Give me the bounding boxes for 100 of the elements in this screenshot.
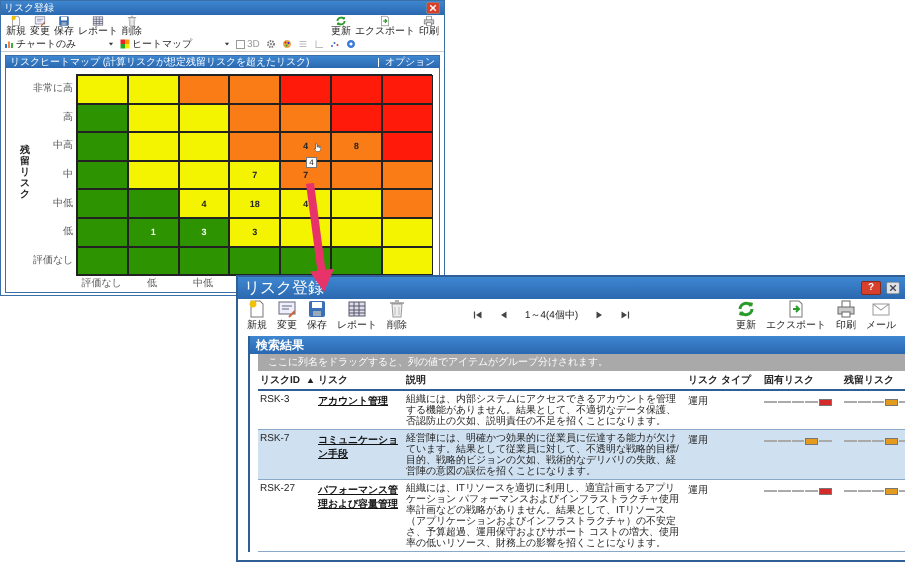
heatmap-cell[interactable]: 3	[178, 218, 230, 247]
heatmap-cell[interactable]	[128, 132, 179, 161]
trash-icon	[387, 299, 407, 319]
table-cell: 運用	[688, 435, 708, 446]
heatmap-cell[interactable]	[229, 75, 280, 104]
heatmap-cell[interactable]	[77, 75, 128, 104]
cell-count: 4	[303, 198, 308, 209]
risk-link[interactable]: コミュニケーション手段	[318, 433, 402, 461]
heatmap-cell[interactable]: 18	[229, 189, 280, 218]
toolbar-button[interactable]: 更新	[329, 15, 353, 37]
heatmap-cell[interactable]: 1	[128, 218, 179, 247]
palette-icon[interactable]	[282, 39, 292, 49]
toolbar-button[interactable]: 変更	[272, 299, 302, 331]
heatmap-cell[interactable]	[178, 132, 230, 161]
dropdown[interactable]: ヒートマップ	[120, 37, 230, 51]
close-icon[interactable]	[885, 281, 901, 295]
heatmap-cell[interactable]	[178, 246, 230, 276]
toolbar-button[interactable]: 削除	[120, 15, 144, 37]
form-icon	[277, 299, 297, 319]
toolbar-button[interactable]: 更新	[730, 299, 761, 331]
last-page-icon[interactable]	[620, 309, 630, 321]
column-header[interactable]: 説明	[406, 373, 426, 387]
column-header[interactable]: 固有リスク	[764, 373, 814, 387]
axis-label: 評価なし	[33, 254, 73, 267]
heatmap-cell[interactable]	[77, 132, 128, 161]
toolbar-button[interactable]: 印刷	[417, 15, 441, 37]
heatmap-cell[interactable]	[330, 160, 382, 190]
heatmap-cell[interactable]	[330, 218, 382, 247]
help-button[interactable]: ?	[861, 281, 881, 295]
heatmap-cell[interactable]	[77, 189, 128, 218]
table-row[interactable]: RSK-7 コミュニケーション手段 経営陣には、明確かつ効果的に従業員に伝達する能力が欠けています。結果として従業員に対して、不透明な戦略的目標/目的、戦略的ビジョンの欠如、戦術的なデリバリの失敗、経営陣の意図の誤伝を招くことになります。 運用	[258, 430, 905, 480]
group-by-area: ここに列名をドラッグすると、列の値でアイテムがグループ分けされます。	[258, 354, 905, 371]
risk-link[interactable]: パフォーマンス管理および容量管理	[318, 483, 402, 511]
heatmap-cell[interactable]	[229, 132, 280, 161]
heatmap-cell[interactable]	[382, 75, 433, 104]
heatmap-cell[interactable]	[77, 218, 128, 247]
toolbar-button[interactable]: 変更	[28, 15, 52, 37]
toolbar-button[interactable]: レポート	[332, 299, 382, 331]
dropdown[interactable]: チャートのみ	[4, 37, 114, 51]
heatmap-cell[interactable]	[77, 246, 128, 276]
close-icon[interactable]	[425, 1, 441, 15]
heatmap-cell[interactable]	[128, 75, 179, 104]
toolbar-button[interactable]: 保存	[52, 15, 76, 37]
axis-label: 中低	[192, 278, 213, 290]
heatmap-cell[interactable]	[382, 160, 433, 190]
heatmap-cell[interactable]	[128, 246, 179, 276]
panel-title: リスクヒートマップ (計算リスクが想定残留リスクを超えたリスク)	[10, 56, 310, 69]
toolbar-button[interactable]: エクスポート	[353, 15, 417, 37]
heatmap-cell[interactable]	[229, 104, 280, 132]
toolbar-button[interactable]: 削除	[382, 299, 412, 331]
gear-icon[interactable]	[266, 39, 276, 49]
heatmap-cell[interactable]	[77, 104, 128, 132]
toolbar-button[interactable]: メール	[860, 299, 901, 331]
column-header[interactable]: リスク タイプ	[688, 373, 751, 387]
table-row[interactable]: RSK-27 パフォーマンス管理および容量管理 組織には、ITリソースを適切に利用し、適宜計画するアプリケーション パフォーマンスおよびインフラストラクチャ使用率計画などの戦略がありません。結果として、ITリソース（アプリケーションおよびインフラストラクチャ）の不安定さ、予算超過、運用保守およびサポート コストの増大、使用率の低いリソース、財務上の影響を招くことになります。 運用	[258, 480, 905, 552]
heatmap-cell[interactable]	[382, 189, 433, 218]
heatmap-cell[interactable]: 7	[229, 160, 280, 190]
heatmap-cell[interactable]: 8	[330, 132, 382, 161]
printer-icon	[423, 15, 435, 27]
column-header[interactable]: リスク	[318, 373, 348, 387]
heatmap-cell[interactable]	[330, 104, 382, 132]
column-header[interactable]: リスクID	[260, 373, 315, 387]
heatmap-cell[interactable]	[382, 246, 433, 276]
heatmap-cell[interactable]	[229, 246, 280, 276]
risk-link[interactable]: アカウント管理	[318, 394, 388, 408]
heatmap-cell[interactable]	[178, 160, 230, 190]
next-page-icon[interactable]	[594, 309, 604, 321]
heatmap-cell[interactable]: 4	[178, 189, 230, 218]
caret-icon	[108, 41, 114, 47]
axis-label: 評価なし	[81, 278, 122, 290]
heatmap-cell[interactable]	[382, 218, 433, 247]
heatmap-cell[interactable]	[128, 189, 179, 218]
toolbar-button[interactable]: 新規	[242, 299, 272, 331]
previous-page-icon[interactable]	[498, 309, 509, 321]
column-header[interactable]: 残留リスク	[844, 373, 894, 387]
scatter-icon[interactable]	[330, 39, 340, 49]
heatmap-cell[interactable]	[330, 246, 382, 276]
first-page-icon[interactable]	[472, 309, 483, 321]
axis-label: 中高	[53, 138, 73, 152]
axis-label: 低	[147, 278, 158, 290]
toolbar-button[interactable]: 印刷	[830, 299, 861, 331]
trash-icon	[126, 15, 138, 27]
heatmap-cell[interactable]: 3	[229, 218, 280, 247]
toolbar-button[interactable]: エクスポート	[760, 299, 831, 331]
heatmap-cell[interactable]	[178, 75, 230, 104]
cell-count: 3	[252, 227, 258, 238]
heatmap-cell[interactable]	[382, 104, 433, 132]
heatmap-cell[interactable]	[128, 160, 179, 190]
heatmap-cell[interactable]	[280, 104, 331, 132]
heatmap-cell[interactable]	[280, 75, 331, 104]
heatmap-cell[interactable]	[382, 132, 433, 161]
heatmap-cell[interactable]	[330, 189, 382, 218]
toolbar-button[interactable]: 保存	[302, 299, 332, 331]
toolbar-button[interactable]: 新規	[4, 15, 28, 37]
heatmap-cell[interactable]	[128, 104, 179, 132]
heatmap-cell[interactable]	[178, 104, 230, 132]
heatmap-cell[interactable]	[77, 160, 128, 190]
heatmap-cell[interactable]	[330, 75, 382, 104]
options-menu[interactable]: オプション	[378, 58, 435, 66]
toolbar-button[interactable]: レポート	[76, 15, 120, 37]
